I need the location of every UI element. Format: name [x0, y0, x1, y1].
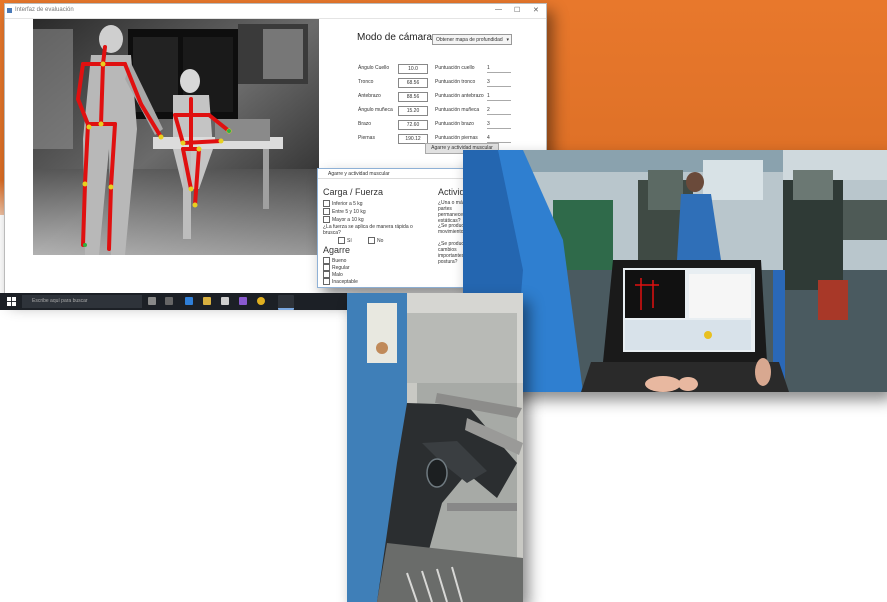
- grip-option-label: Malo: [332, 271, 343, 278]
- score-label: Puntuación cuello: [435, 65, 475, 71]
- grip-section-title: Agarre: [323, 245, 351, 255]
- score-label: Puntuación brazo: [435, 121, 474, 127]
- field-label: Ángulo Cuello: [358, 65, 390, 71]
- grip-option-bad[interactable]: Malo: [323, 271, 343, 278]
- score-row: Puntuación muñeca 2: [435, 106, 540, 115]
- camera-mode-select[interactable]: Obtener mapa de profundidad ▾: [432, 34, 512, 45]
- file-explorer-icon[interactable]: [203, 297, 211, 305]
- field-row: Piernas 190.12: [358, 134, 438, 144]
- trunk-score-field[interactable]: 3: [487, 78, 511, 87]
- load-option-label: Mayor a 10 kg: [332, 216, 364, 223]
- trunk-angle-field[interactable]: 68.56: [398, 78, 428, 88]
- field-label: Brazo: [358, 121, 372, 127]
- minimize-button[interactable]: —: [495, 6, 502, 13]
- score-label: Puntuación muñeca: [435, 107, 480, 113]
- score-row: Puntuación antebrazo 1: [435, 92, 540, 101]
- visual-studio-icon[interactable]: [239, 297, 247, 305]
- wrist-angle-field[interactable]: 15.20: [398, 106, 428, 116]
- load-option-1[interactable]: Inferior a 5 kg: [323, 200, 363, 207]
- measurement-form: Modo de cámara: Obtener mapa de profundi…: [350, 24, 540, 164]
- seat-frame-scene: [347, 293, 523, 602]
- grip-option-regular[interactable]: Regular: [323, 264, 350, 271]
- neck-score-field[interactable]: 1: [487, 64, 511, 73]
- grip-option-label: Bueno: [332, 257, 347, 264]
- score-row: Puntuación tronco 3: [435, 78, 540, 87]
- field-label: Tronco: [358, 79, 374, 85]
- force-question: ¿La fuerza se aplica de manera rápida o …: [323, 224, 413, 236]
- grip-option-good[interactable]: Bueno: [323, 257, 346, 264]
- maximize-button[interactable]: ☐: [514, 6, 520, 14]
- windows-taskbar: Escribe aquí para buscar: [0, 293, 352, 310]
- window-title: Interfaz de evaluación: [15, 7, 74, 13]
- running-app-icon[interactable]: [278, 295, 294, 310]
- task-view-icon[interactable]: [165, 297, 173, 305]
- search-placeholder: Escribe aquí para buscar: [32, 298, 88, 304]
- field-row: Brazo 72.60: [358, 120, 438, 130]
- forearm-score-field[interactable]: 1: [487, 92, 511, 101]
- arm-score-field[interactable]: 3: [487, 120, 511, 129]
- score-row: Puntuación cuello 1: [435, 64, 540, 73]
- chevron-down-icon: ▾: [506, 37, 509, 43]
- score-label: Puntuación antebrazo: [435, 93, 484, 99]
- taskbar-search-input[interactable]: Escribe aquí para buscar: [22, 295, 142, 308]
- field-label: Ángulo muñeca: [358, 107, 393, 113]
- yes-label: Sí: [347, 237, 352, 244]
- mic-icon[interactable]: [148, 297, 156, 305]
- workshop-photo: [463, 150, 887, 392]
- field-row: Tronco 68.56: [358, 78, 438, 88]
- legs-angle-field[interactable]: 190.12: [398, 134, 428, 144]
- load-option-2[interactable]: Entre 5 y 10 kg: [323, 208, 366, 215]
- grip-option-label: Regular: [332, 264, 350, 271]
- grip-option-label: Inaceptable: [332, 278, 358, 285]
- load-option-label: Inferior a 5 kg: [332, 200, 363, 207]
- dialog-title-bar: Agarre y actividad muscular: [318, 169, 468, 179]
- field-label: Piernas: [358, 135, 375, 141]
- seat-frame-photo: [347, 293, 523, 602]
- score-label: Puntuación piernas: [435, 135, 478, 141]
- forearm-angle-field[interactable]: 88.56: [398, 92, 428, 102]
- workshop-scene: [463, 150, 887, 392]
- window-title-bar: Interfaz de evaluación — ☐ ✕: [5, 4, 546, 19]
- field-label: Antebrazo: [358, 93, 381, 99]
- chrome-icon[interactable]: [257, 297, 265, 305]
- legs-score-field[interactable]: 4: [487, 134, 511, 143]
- yes-checkbox[interactable]: Sí: [338, 237, 352, 244]
- no-label: No: [377, 237, 384, 244]
- field-row: Antebrazo 88.56: [358, 92, 438, 102]
- close-button[interactable]: ✕: [533, 6, 539, 14]
- camera-mode-value: Obtener mapa de profundidad: [436, 37, 503, 43]
- load-option-3[interactable]: Mayor a 10 kg: [323, 216, 364, 223]
- score-row: Puntuación piernas 4: [435, 134, 540, 143]
- field-row: Ángulo Cuello 10.0: [358, 64, 438, 74]
- camera-mode-label: Modo de cámara:: [357, 32, 435, 43]
- dialog-title: Agarre y actividad muscular: [328, 171, 390, 177]
- app-icon: [7, 8, 12, 13]
- wrist-score-field[interactable]: 2: [487, 106, 511, 115]
- edge-icon[interactable]: [185, 297, 193, 305]
- grip-activity-dialog: Agarre y actividad muscular Carga / Fuer…: [317, 168, 469, 288]
- windows-start-icon[interactable]: [7, 297, 16, 306]
- load-section-title: Carga / Fuerza: [323, 187, 384, 197]
- arm-angle-field[interactable]: 72.60: [398, 120, 428, 130]
- no-checkbox[interactable]: No: [368, 237, 383, 244]
- store-icon[interactable]: [221, 297, 229, 305]
- depth-map-view: [33, 19, 319, 255]
- load-option-label: Entre 5 y 10 kg: [332, 208, 366, 215]
- field-row: Ángulo muñeca 15.20: [358, 106, 438, 116]
- depth-map-image: [33, 19, 319, 255]
- neck-angle-field[interactable]: 10.0: [398, 64, 428, 74]
- grip-option-unacceptable[interactable]: Inaceptable: [323, 278, 358, 285]
- score-row: Puntuación brazo 3: [435, 120, 540, 129]
- score-label: Puntuación tronco: [435, 79, 476, 85]
